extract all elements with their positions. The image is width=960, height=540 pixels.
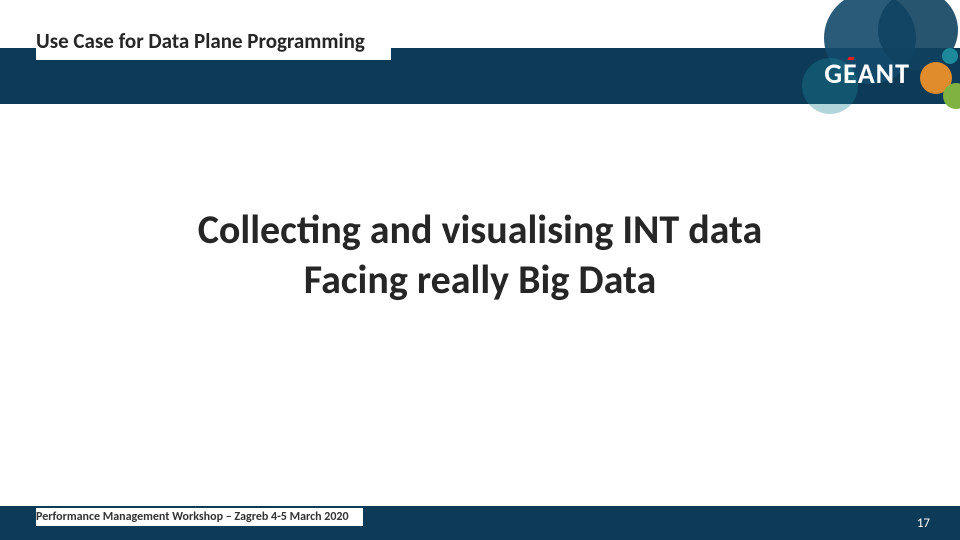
main-title: Collecting and visualising INT data Faci… (0, 205, 960, 305)
logo-part-e: E (843, 56, 858, 91)
header-title-wrap: Use Case for Data Plane Programming (36, 22, 391, 60)
geant-logo: GEANT (824, 56, 910, 91)
logo-part-ant: ANT (858, 56, 910, 91)
main-title-line1: Collecting and visualising INT data (0, 205, 960, 255)
footer-text-wrap: Performance Management Workshop – Zagreb… (36, 508, 363, 526)
logo-part-g: G (824, 56, 843, 91)
footer-text: Performance Management Workshop – Zagreb… (36, 510, 349, 524)
main-title-line2: Facing really Big Data (0, 255, 960, 305)
slide: Use Case for Data Plane Programming GEAN… (0, 0, 960, 540)
header-title: Use Case for Data Plane Programming (36, 28, 365, 54)
page-number: 17 (917, 516, 930, 531)
